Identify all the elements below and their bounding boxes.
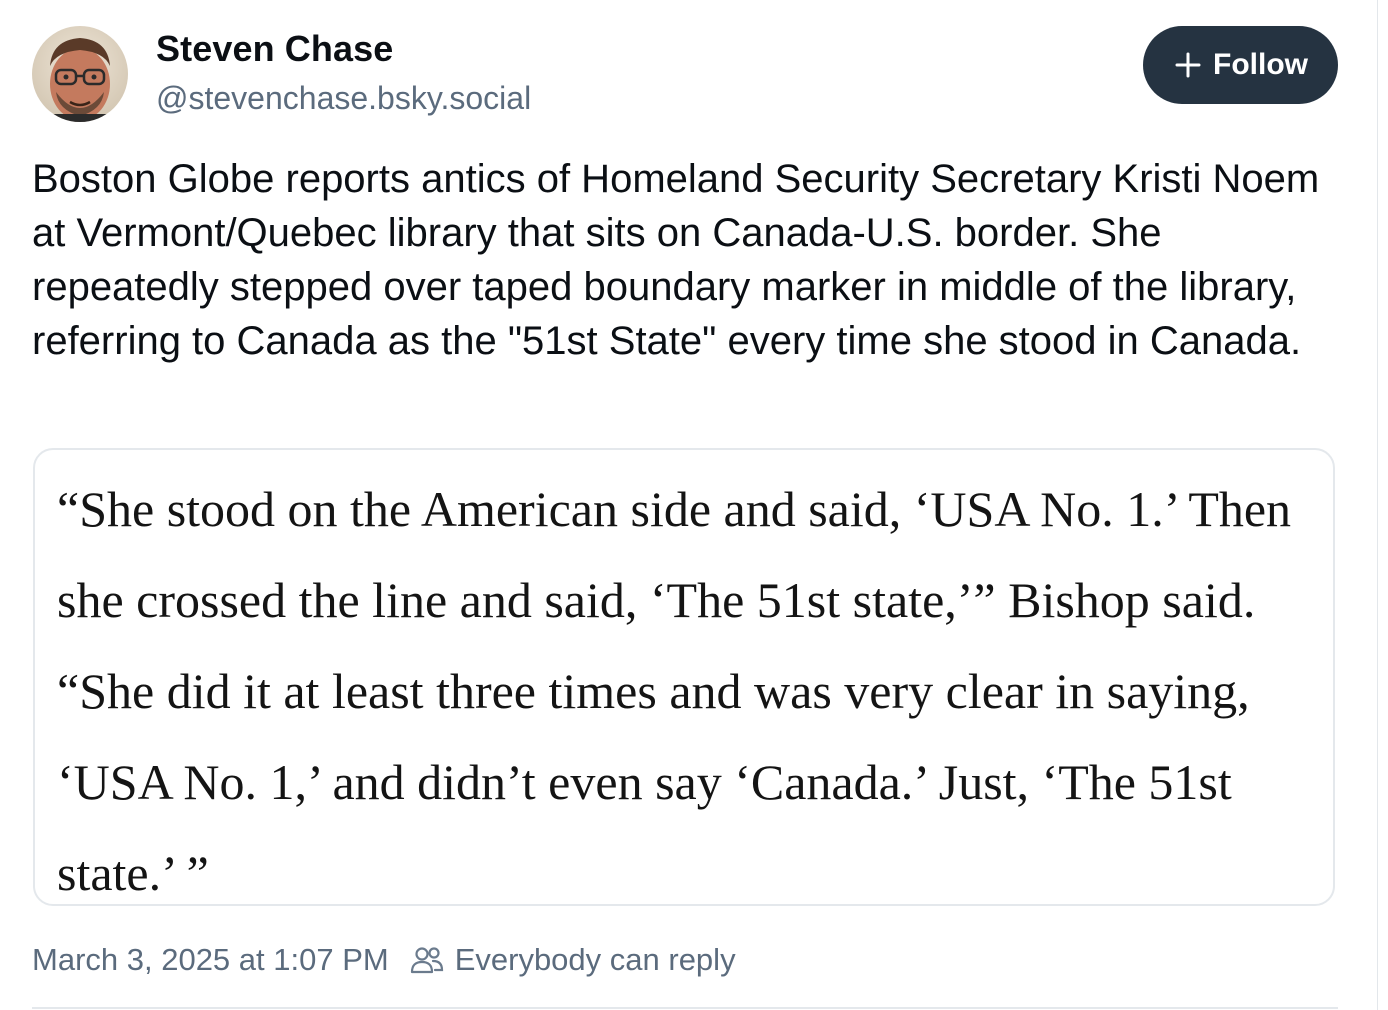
people-icon (410, 947, 443, 974)
post-timestamp[interactable]: March 3, 2025 at 1:07 PM (32, 942, 389, 978)
follow-button-label: Follow (1213, 48, 1308, 81)
author-name[interactable]: Steven Chase (156, 28, 393, 70)
divider (32, 1007, 1338, 1009)
post-meta: March 3, 2025 at 1:07 PM Everybody can r… (32, 942, 736, 978)
avatar[interactable] (32, 26, 128, 122)
embedded-image[interactable]: “She stood on the American side and said… (33, 448, 1335, 906)
post-card: Steven Chase @stevenchase.bsky.social Fo… (0, 0, 1378, 1010)
quote-image-text: “She stood on the American side and said… (57, 481, 1292, 901)
scrollbar-gutter (1377, 0, 1388, 1010)
author-handle[interactable]: @stevenchase.bsky.social (156, 80, 531, 117)
plus-icon (1175, 52, 1201, 78)
user-avatar-icon (32, 26, 128, 122)
follow-button[interactable]: Follow (1143, 26, 1338, 104)
reply-setting: Everybody can reply (454, 942, 736, 977)
post-text: Boston Globe reports antics of Homeland … (32, 157, 1320, 363)
